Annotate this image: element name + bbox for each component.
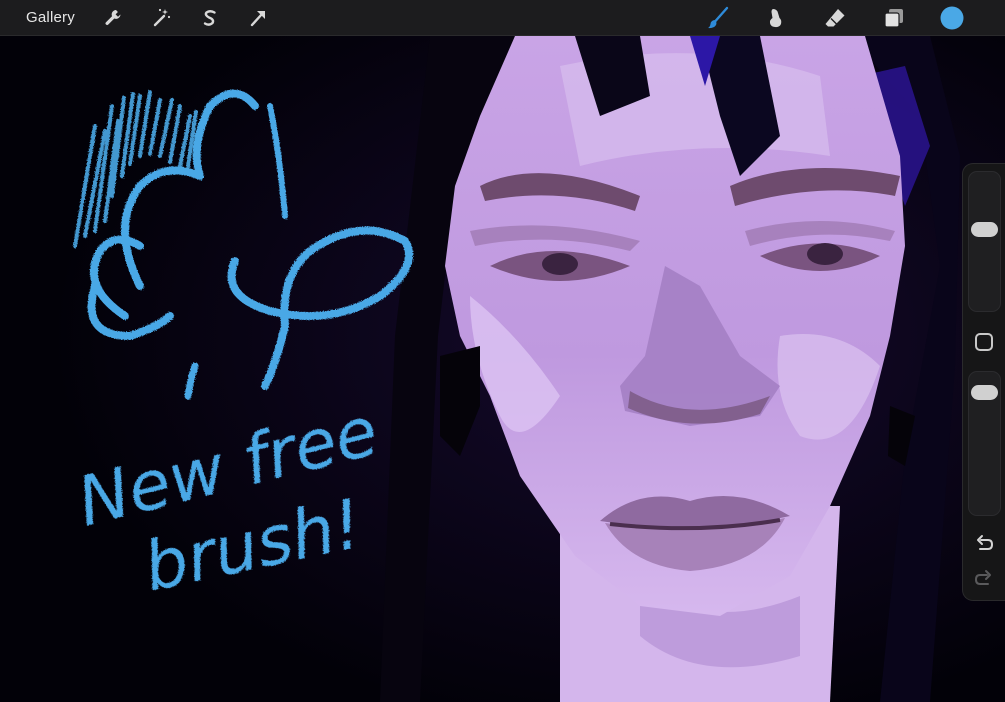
color-button[interactable] <box>940 6 964 30</box>
redo-button[interactable] <box>973 568 995 590</box>
brush-opacity-thumb[interactable] <box>971 384 998 400</box>
brush-icon <box>708 6 729 29</box>
wrench-icon <box>105 10 121 25</box>
undo-button[interactable] <box>973 533 995 555</box>
gallery-button[interactable]: Gallery <box>26 0 75 36</box>
eraser-icon <box>825 9 845 27</box>
undo-icon <box>977 535 994 550</box>
brush-tool-button[interactable] <box>706 6 730 30</box>
drawing-canvas[interactable]: New free brush! <box>0 36 1005 702</box>
layers-button[interactable] <box>882 6 906 30</box>
smudge-tool-button[interactable] <box>764 6 788 30</box>
selection-button[interactable] <box>198 6 222 30</box>
transform-arrow-icon <box>250 11 265 27</box>
adjustments-button[interactable] <box>149 6 173 30</box>
layers-icon <box>884 9 903 28</box>
brush-size-thumb[interactable] <box>971 222 998 238</box>
magic-wand-icon <box>153 8 171 27</box>
redo-icon <box>974 570 991 585</box>
color-swatch <box>940 6 964 30</box>
sidebar <box>962 163 1005 601</box>
transform-button[interactable] <box>246 6 270 30</box>
iris-right <box>807 243 843 265</box>
top-toolbar: Gallery <box>0 0 1005 36</box>
iris-left <box>542 253 578 275</box>
modify-button[interactable] <box>975 333 993 351</box>
brush-opacity-slider[interactable] <box>968 371 1001 516</box>
procreate-app: New free brush! Gallery <box>0 0 1005 702</box>
eraser-tool-button[interactable] <box>823 6 847 30</box>
actions-button[interactable] <box>101 6 125 30</box>
artwork: New free brush! <box>0 36 1005 702</box>
smudge-icon <box>769 9 782 28</box>
brush-size-slider[interactable] <box>968 171 1001 312</box>
selection-s-icon <box>203 10 216 26</box>
